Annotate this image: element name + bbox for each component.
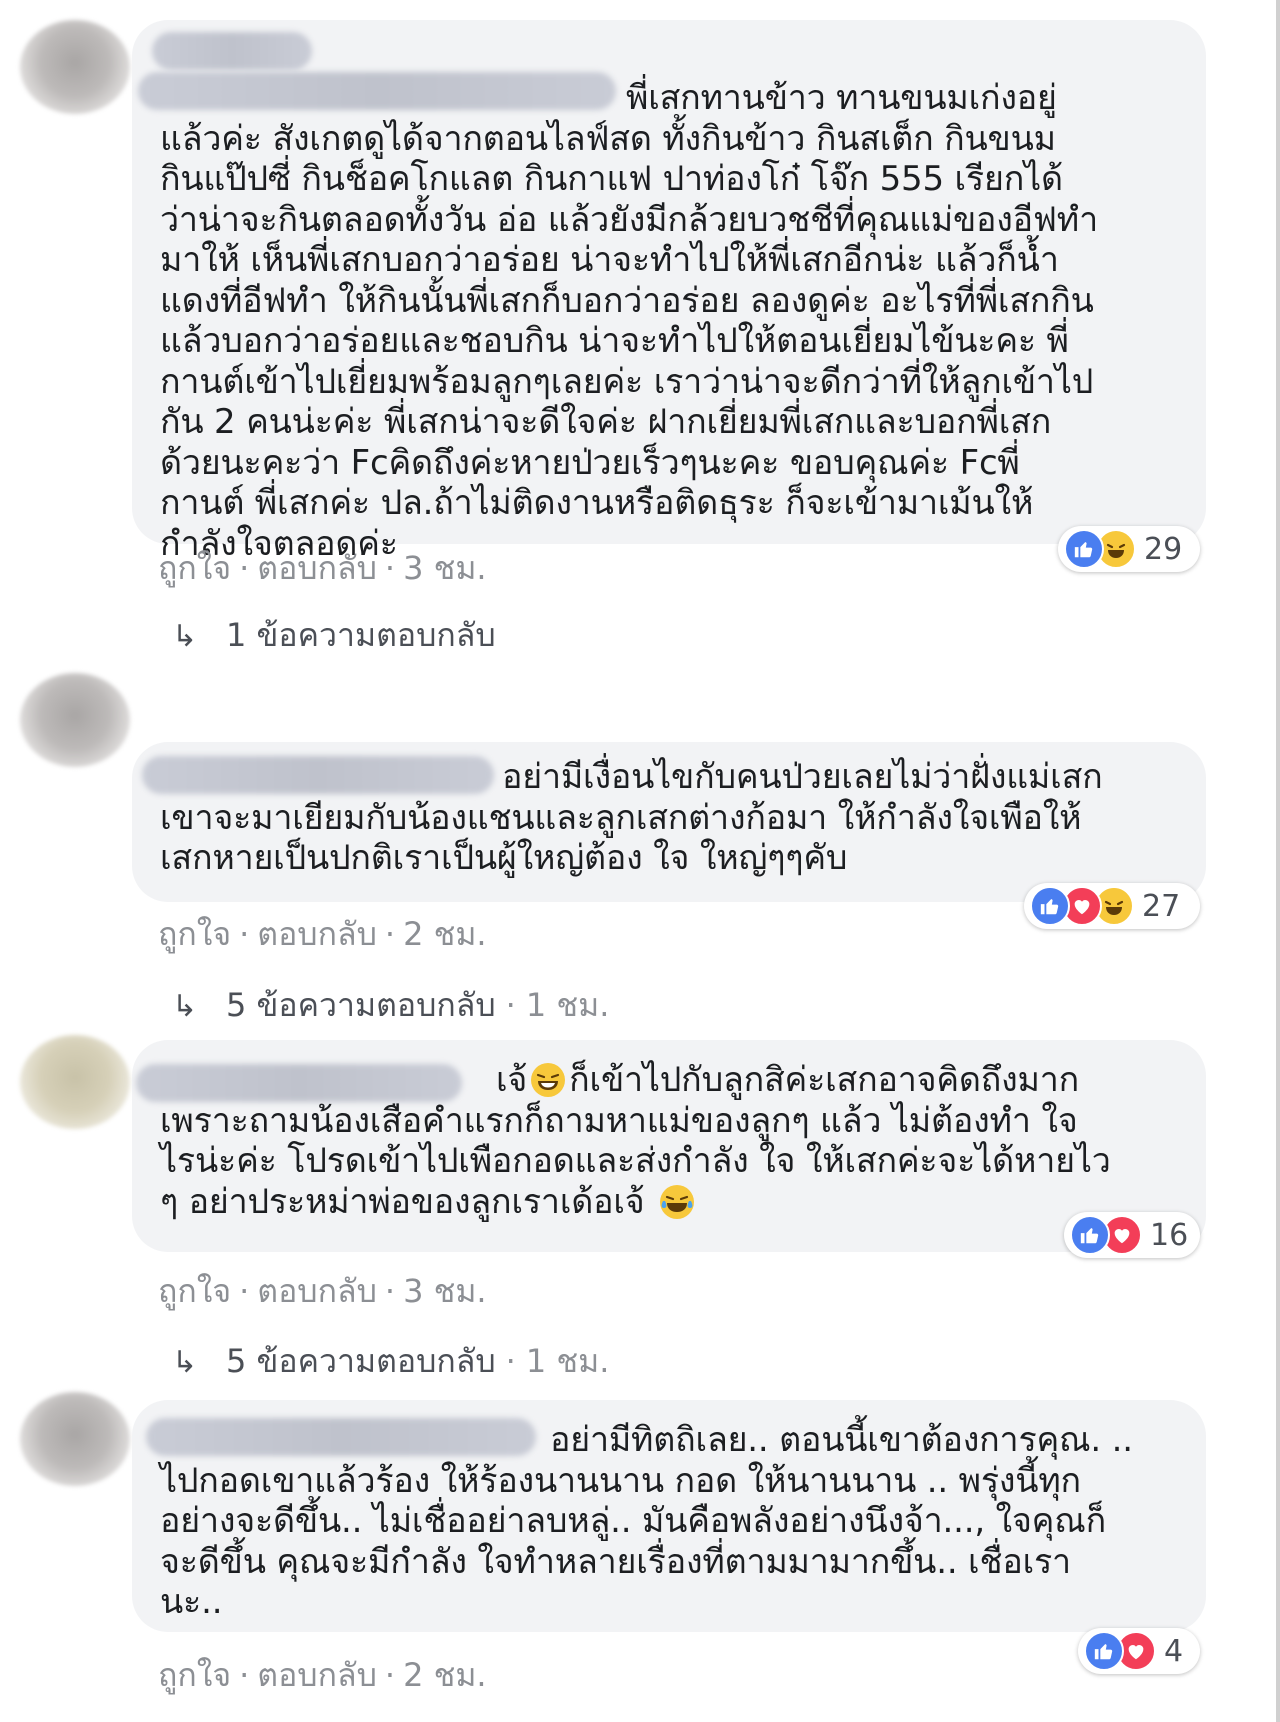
separator: · xyxy=(505,1342,516,1380)
like-link[interactable]: ถูกใจ xyxy=(158,549,231,587)
comment-text: เจ้ ก็เข้าไปกับลูกสิค่ะเสกอาจคิดถึงมาก เพ… xyxy=(160,1060,1180,1222)
commenter-name-blurred[interactable] xyxy=(152,32,312,70)
comment-text: อย่ามีทิตถิเลย.. ตอนนี้เขาต้องการคุณ. ..… xyxy=(160,1420,1133,1622)
replies-count: 5 ข้อความตอบกลับ xyxy=(226,986,496,1024)
reaction-count: 4 xyxy=(1164,1633,1184,1669)
avatar[interactable] xyxy=(20,673,130,767)
like-reaction-icon xyxy=(1030,886,1070,926)
view-replies-link[interactable]: ↳ 1 ข้อความตอบกลับ xyxy=(172,610,496,661)
separator: · xyxy=(384,549,396,587)
separator: · xyxy=(384,1656,396,1694)
comment-timestamp[interactable]: 2 ชม. xyxy=(403,915,487,953)
reply-link[interactable]: ตอบกลับ xyxy=(257,1272,377,1310)
comment-bubble: พี่เสกทานข้าว ทานขนมเก่งอยู่ แล้วค่ะ สัง… xyxy=(132,20,1206,564)
separator: · xyxy=(505,986,516,1024)
laughing-emoji-icon xyxy=(531,1063,566,1097)
reply-link[interactable]: ตอบกลับ xyxy=(257,549,377,587)
reaction-summary[interactable]: 27 xyxy=(1024,883,1200,929)
avatar[interactable] xyxy=(20,20,130,114)
reply-arrow-icon: ↳ xyxy=(172,989,198,1024)
replies-count: 1 ข้อความตอบกลับ xyxy=(226,616,496,654)
comment-actions: ถูกใจ · ตอบกลับ · 2 ชม. xyxy=(158,909,487,960)
reaction-count: 29 xyxy=(1144,531,1183,567)
view-replies-link[interactable]: ↳ 5 ข้อความตอบกลับ · 1 ชม. xyxy=(172,1336,609,1387)
like-link[interactable]: ถูกใจ xyxy=(158,915,231,953)
view-replies-link[interactable]: ↳ 5 ข้อความตอบกลับ · 1 ชม. xyxy=(172,980,609,1031)
like-link[interactable]: ถูกใจ xyxy=(158,1656,231,1694)
reply-arrow-icon: ↳ xyxy=(172,619,198,654)
separator: · xyxy=(384,1272,396,1310)
comment-actions: ถูกใจ · ตอบกลับ · 3 ชม. xyxy=(158,1266,487,1317)
reaction-summary[interactable]: 16 xyxy=(1064,1212,1200,1258)
like-link[interactable]: ถูกใจ xyxy=(158,1272,231,1310)
comment-bubble: เจ้ ก็เข้าไปกับลูกสิค่ะเสกอาจคิดถึงมาก เพ… xyxy=(132,1040,1206,1252)
comment-timestamp[interactable]: 3 ชม. xyxy=(403,549,487,587)
separator: · xyxy=(239,1272,250,1310)
comment-text: อย่ามีเงื่อนไขกับคนป่วยเลยไม่ว่าฝั่งแม่เ… xyxy=(160,757,1103,878)
replies-timestamp: 1 ชม. xyxy=(525,986,610,1024)
tears-of-joy-emoji-icon xyxy=(660,1184,695,1219)
like-reaction-icon xyxy=(1064,529,1104,569)
reply-link[interactable]: ตอบกลับ xyxy=(257,915,377,953)
separator: · xyxy=(239,549,250,587)
separator: · xyxy=(239,915,250,953)
reply-arrow-icon: ↳ xyxy=(172,1345,198,1380)
comment-actions: ถูกใจ · ตอบกลับ · 3 ชม. xyxy=(158,543,487,594)
comment-text-lead: เจ้ xyxy=(496,1060,528,1100)
page-edge xyxy=(1276,0,1280,1722)
reply-link[interactable]: ตอบกลับ xyxy=(257,1656,377,1694)
replies-count: 5 ข้อความตอบกลับ xyxy=(226,1342,496,1380)
comment-bubble: อย่ามีเงื่อนไขกับคนป่วยเลยไม่ว่าฝั่งแม่เ… xyxy=(132,742,1206,902)
reaction-count: 27 xyxy=(1142,888,1181,924)
comment-timestamp[interactable]: 3 ชม. xyxy=(403,1272,487,1310)
like-reaction-icon xyxy=(1070,1215,1110,1255)
comment-bubble: อย่ามีทิตถิเลย.. ตอนนี้เขาต้องการคุณ. ..… xyxy=(132,1400,1206,1632)
comment-actions: ถูกใจ · ตอบกลับ · 2 ชม. xyxy=(158,1650,487,1701)
avatar[interactable] xyxy=(20,1035,130,1129)
reaction-summary[interactable]: 29 xyxy=(1058,526,1200,572)
like-reaction-icon xyxy=(1084,1631,1124,1671)
comment-text-body: ก็เข้าไปกับลูกสิค่ะเสกอาจคิดถึงมาก เพราะ… xyxy=(160,1060,1111,1222)
reaction-summary[interactable]: 4 xyxy=(1078,1628,1200,1674)
avatar[interactable] xyxy=(20,1392,130,1486)
reaction-count: 16 xyxy=(1150,1217,1189,1253)
comment-text: พี่เสกทานข้าว ทานขนมเก่งอยู่ แล้วค่ะ สัง… xyxy=(160,78,1099,564)
comment-timestamp[interactable]: 2 ชม. xyxy=(403,1656,487,1694)
replies-timestamp: 1 ชม. xyxy=(525,1342,610,1380)
separator: · xyxy=(384,915,396,953)
separator: · xyxy=(239,1656,250,1694)
